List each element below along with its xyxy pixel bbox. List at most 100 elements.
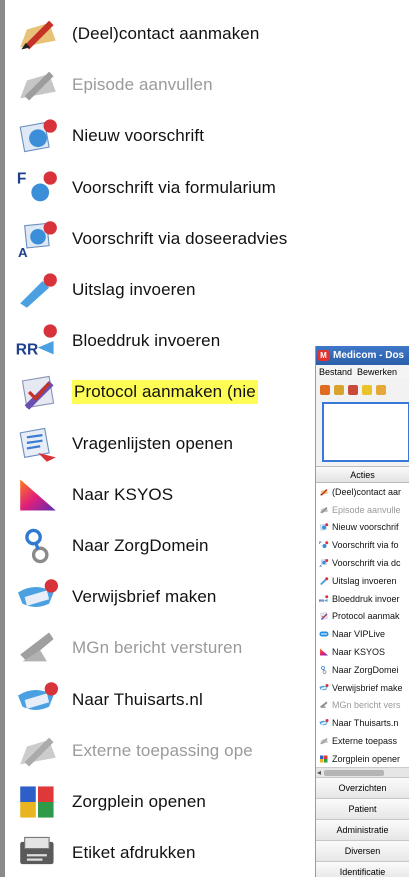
mini-action-item[interactable]: Externe toepass: [316, 732, 409, 750]
episode-pen-icon: [319, 505, 329, 515]
protocol-pen-icon: [319, 611, 329, 621]
episode-pen-icon: [10, 65, 66, 105]
mini-action-item[interactable]: Naar KSYOS: [316, 643, 409, 661]
toolbar-user-icon[interactable]: [362, 385, 372, 395]
action-label: Zorgplein openen: [72, 792, 206, 811]
formulary-prescription-icon: F: [10, 168, 66, 208]
mini-action-item[interactable]: Uitslag invoeren: [316, 572, 409, 590]
mini-action-label: Episode aanvulle: [332, 504, 401, 515]
window-title: Medicom - Dos: [333, 350, 405, 361]
viplive-icon: [319, 629, 329, 639]
mini-action-label: Naar Thuisarts.n: [332, 718, 399, 729]
mini-action-item[interactable]: Episode aanvulle: [316, 501, 409, 519]
mini-action-label: Uitslag invoeren: [332, 575, 397, 586]
mini-action-item[interactable]: Protocol aanmak: [316, 608, 409, 626]
mini-action-label: (Deel)contact aar: [332, 486, 402, 497]
mini-action-label: Nieuw voorschrif: [332, 522, 399, 533]
acties-header[interactable]: Acties: [316, 466, 409, 483]
thuisarts-icon: [319, 718, 329, 728]
nav-administratie[interactable]: Administratie: [316, 819, 409, 840]
mgn-message-icon: [10, 628, 66, 668]
action-label: Etiket afdrukken: [72, 843, 196, 863]
action-item[interactable]: A Voorschrift via doseeradvies: [10, 213, 409, 265]
action-label: Externe toepassing ope: [72, 740, 253, 760]
mini-action-item[interactable]: Naar ZorgDomei: [316, 661, 409, 679]
mini-action-item[interactable]: Nieuw voorschrif: [316, 519, 409, 537]
action-item[interactable]: Nieuw voorschrift: [10, 110, 409, 162]
horizontal-scrollbar[interactable]: ◂: [316, 767, 409, 777]
mini-action-item[interactable]: MGn bericht vers: [316, 697, 409, 715]
mini-action-label: Naar KSYOS: [332, 647, 386, 658]
mini-action-label: Bloeddruk invoer: [332, 593, 400, 604]
blood-pressure-icon: RR: [10, 321, 66, 361]
svg-text:F: F: [319, 541, 322, 545]
mgn-message-icon: [319, 700, 329, 710]
mini-action-item[interactable]: Naar Thuisarts.n: [316, 714, 409, 732]
protocol-pen-icon: [10, 372, 66, 412]
prescription-icon: [10, 116, 66, 156]
result-entry-icon: [319, 576, 329, 586]
mini-action-label: Voorschrift via dc: [332, 558, 401, 569]
formulary-prescription-icon: F: [319, 540, 329, 550]
toolbar-folder-icon[interactable]: [334, 385, 344, 395]
mini-action-item[interactable]: A Voorschrift via dc: [316, 554, 409, 572]
action-label: Naar KSYOS: [72, 484, 174, 504]
action-label: Naar ZorgDomein: [72, 536, 209, 555]
action-label: Vragenlijsten openen: [72, 433, 234, 453]
external-app-icon: [10, 731, 66, 771]
action-item[interactable]: Uitslag invoeren: [10, 264, 409, 316]
ksyos-logo-icon: [319, 647, 329, 657]
mini-action-item[interactable]: (Deel)contact aar: [316, 483, 409, 501]
window-title-bar[interactable]: M Medicom - Dos: [316, 346, 409, 365]
action-item[interactable]: (Deel)contact aanmaken: [10, 8, 409, 60]
nav-identificatie[interactable]: Identificatie: [316, 861, 409, 877]
nav-overzichten[interactable]: Overzichten: [316, 777, 409, 798]
action-label: Episode aanvullen: [72, 75, 213, 95]
action-item[interactable]: Episode aanvullen: [10, 59, 409, 111]
action-label: Nieuw voorschrift: [72, 126, 205, 146]
menu-bewerken[interactable]: Bewerken: [357, 367, 397, 377]
selected-input-box[interactable]: [322, 402, 409, 462]
zorgplein-puzzle-icon: [319, 754, 329, 764]
mini-action-label: Externe toepass: [332, 736, 398, 747]
scrollbar-thumb[interactable]: [324, 770, 384, 776]
referral-letter-icon: [10, 577, 66, 617]
mini-action-item[interactable]: F Voorschrift via fo: [316, 536, 409, 554]
svg-text:F: F: [17, 170, 27, 187]
nav-diversen[interactable]: Diversen: [316, 840, 409, 861]
menu-bestand[interactable]: Bestand: [319, 367, 352, 377]
contact-pen-icon: [319, 487, 329, 497]
menu-bar: Bestand Bewerken: [316, 365, 409, 378]
mini-action-label: Naar ZorgDomei: [332, 664, 399, 675]
mini-action-item[interactable]: RR Bloeddruk invoer: [316, 590, 409, 608]
mini-action-item[interactable]: Zorgplein opener: [316, 750, 409, 768]
action-label: Bloeddruk invoeren: [72, 331, 221, 351]
svg-text:RR: RR: [319, 599, 325, 603]
toolbar-document-icon[interactable]: [348, 385, 358, 395]
action-label: MGn bericht versturen: [72, 638, 243, 658]
mini-action-label: Zorgplein opener: [332, 753, 401, 764]
mini-action-label: Verwijsbrief make: [332, 682, 403, 693]
toolbar-tool-icon[interactable]: [376, 385, 386, 395]
scroll-left-icon[interactable]: ◂: [317, 768, 321, 777]
external-app-icon: [319, 736, 329, 746]
blood-pressure-icon: RR: [319, 594, 329, 604]
questionnaire-icon: [10, 424, 66, 464]
action-label: Verwijsbrief maken: [72, 587, 217, 607]
mini-action-item[interactable]: Naar VIPLive: [316, 625, 409, 643]
prescription-icon: [319, 522, 329, 532]
mini-action-label: Protocol aanmak: [332, 611, 400, 622]
mini-action-item[interactable]: Verwijsbrief make: [316, 679, 409, 697]
referral-letter-icon: [319, 683, 329, 693]
mini-actions-list: (Deel)contact aar Episode aanvulle Nieuw v…: [316, 483, 409, 767]
zorgplein-puzzle-icon: [10, 782, 66, 822]
zorgdomein-icon: [319, 665, 329, 675]
nav-patient[interactable]: Patient: [316, 798, 409, 819]
zorgdomein-icon: [10, 526, 66, 566]
medicom-app-icon: M: [318, 350, 329, 361]
mini-action-label: MGn bericht vers: [332, 700, 401, 711]
toolbar-flag-icon[interactable]: [320, 385, 330, 395]
action-item[interactable]: F Voorschrift via formularium: [10, 162, 409, 214]
ksyos-logo-icon: [10, 475, 66, 515]
svg-text:A: A: [18, 245, 28, 259]
